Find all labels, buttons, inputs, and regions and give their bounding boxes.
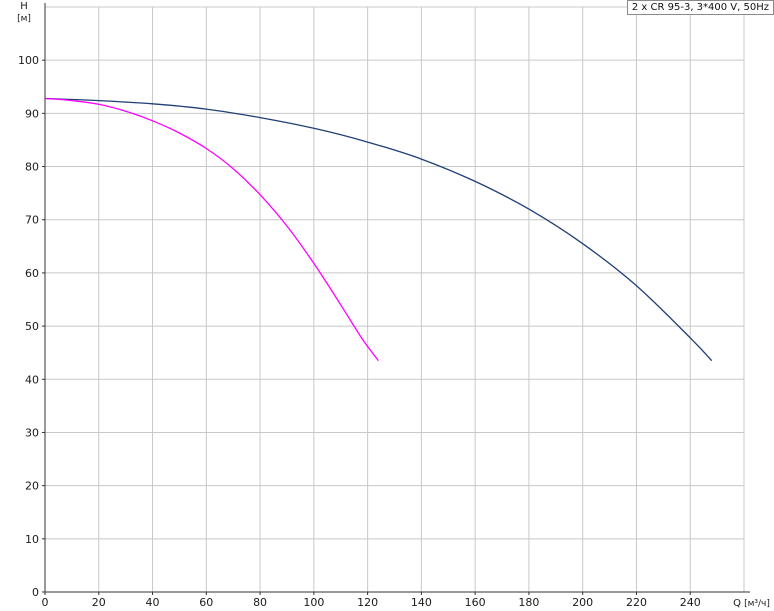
y-tick-label: 70: [25, 214, 39, 227]
x-tick-label: 60: [199, 596, 213, 609]
grid: [44, 6, 745, 593]
x-tick-label: 80: [253, 596, 267, 609]
x-tick-label: 200: [572, 596, 593, 609]
y-tick-label: 30: [25, 426, 39, 439]
y-axis-unit: [м]: [17, 14, 31, 24]
x-tick-label: 20: [92, 596, 106, 609]
y-axis-label: H: [20, 1, 28, 12]
series-line-2: [44, 97, 379, 362]
tick-labels: 0 20 40 60 80 100 120 140 160 180 200 220 240 0 10 20 30…: [18, 54, 701, 609]
series-line-1: [44, 97, 713, 362]
x-tick-label: 220: [626, 596, 647, 609]
x-tick-label: 180: [518, 596, 539, 609]
y-tick-label: 50: [25, 320, 39, 333]
x-tick-label: 240: [680, 596, 701, 609]
y-tick-label: 90: [25, 107, 39, 120]
chart-title: 2 x CR 95-3, 3*400 V, 50Hz: [626, 0, 774, 15]
y-tick-label: 100: [18, 54, 39, 67]
axes: [42, 3, 750, 595]
x-tick-label: 100: [303, 596, 324, 609]
y-tick-label: 10: [25, 533, 39, 546]
series-group: [44, 97, 713, 362]
x-tick-label: 160: [465, 596, 486, 609]
pump-curve-chart: 0 20 40 60 80 100 120 140 160 180 200 220 240 0 10 20 30…: [17, 1, 770, 609]
x-tick-label: 120: [357, 596, 378, 609]
y-tick-label: 20: [25, 480, 39, 493]
y-tick-label: 80: [25, 161, 39, 174]
x-axis-unit: [м³/ч]: [744, 599, 770, 609]
x-tick-label: 40: [146, 596, 160, 609]
y-tick-label: 0: [32, 586, 39, 599]
x-axis-label: Q: [733, 598, 741, 609]
x-tick-label: 0: [42, 596, 49, 609]
y-tick-label: 60: [25, 267, 39, 280]
x-tick-label: 140: [411, 596, 432, 609]
y-tick-label: 40: [25, 373, 39, 386]
